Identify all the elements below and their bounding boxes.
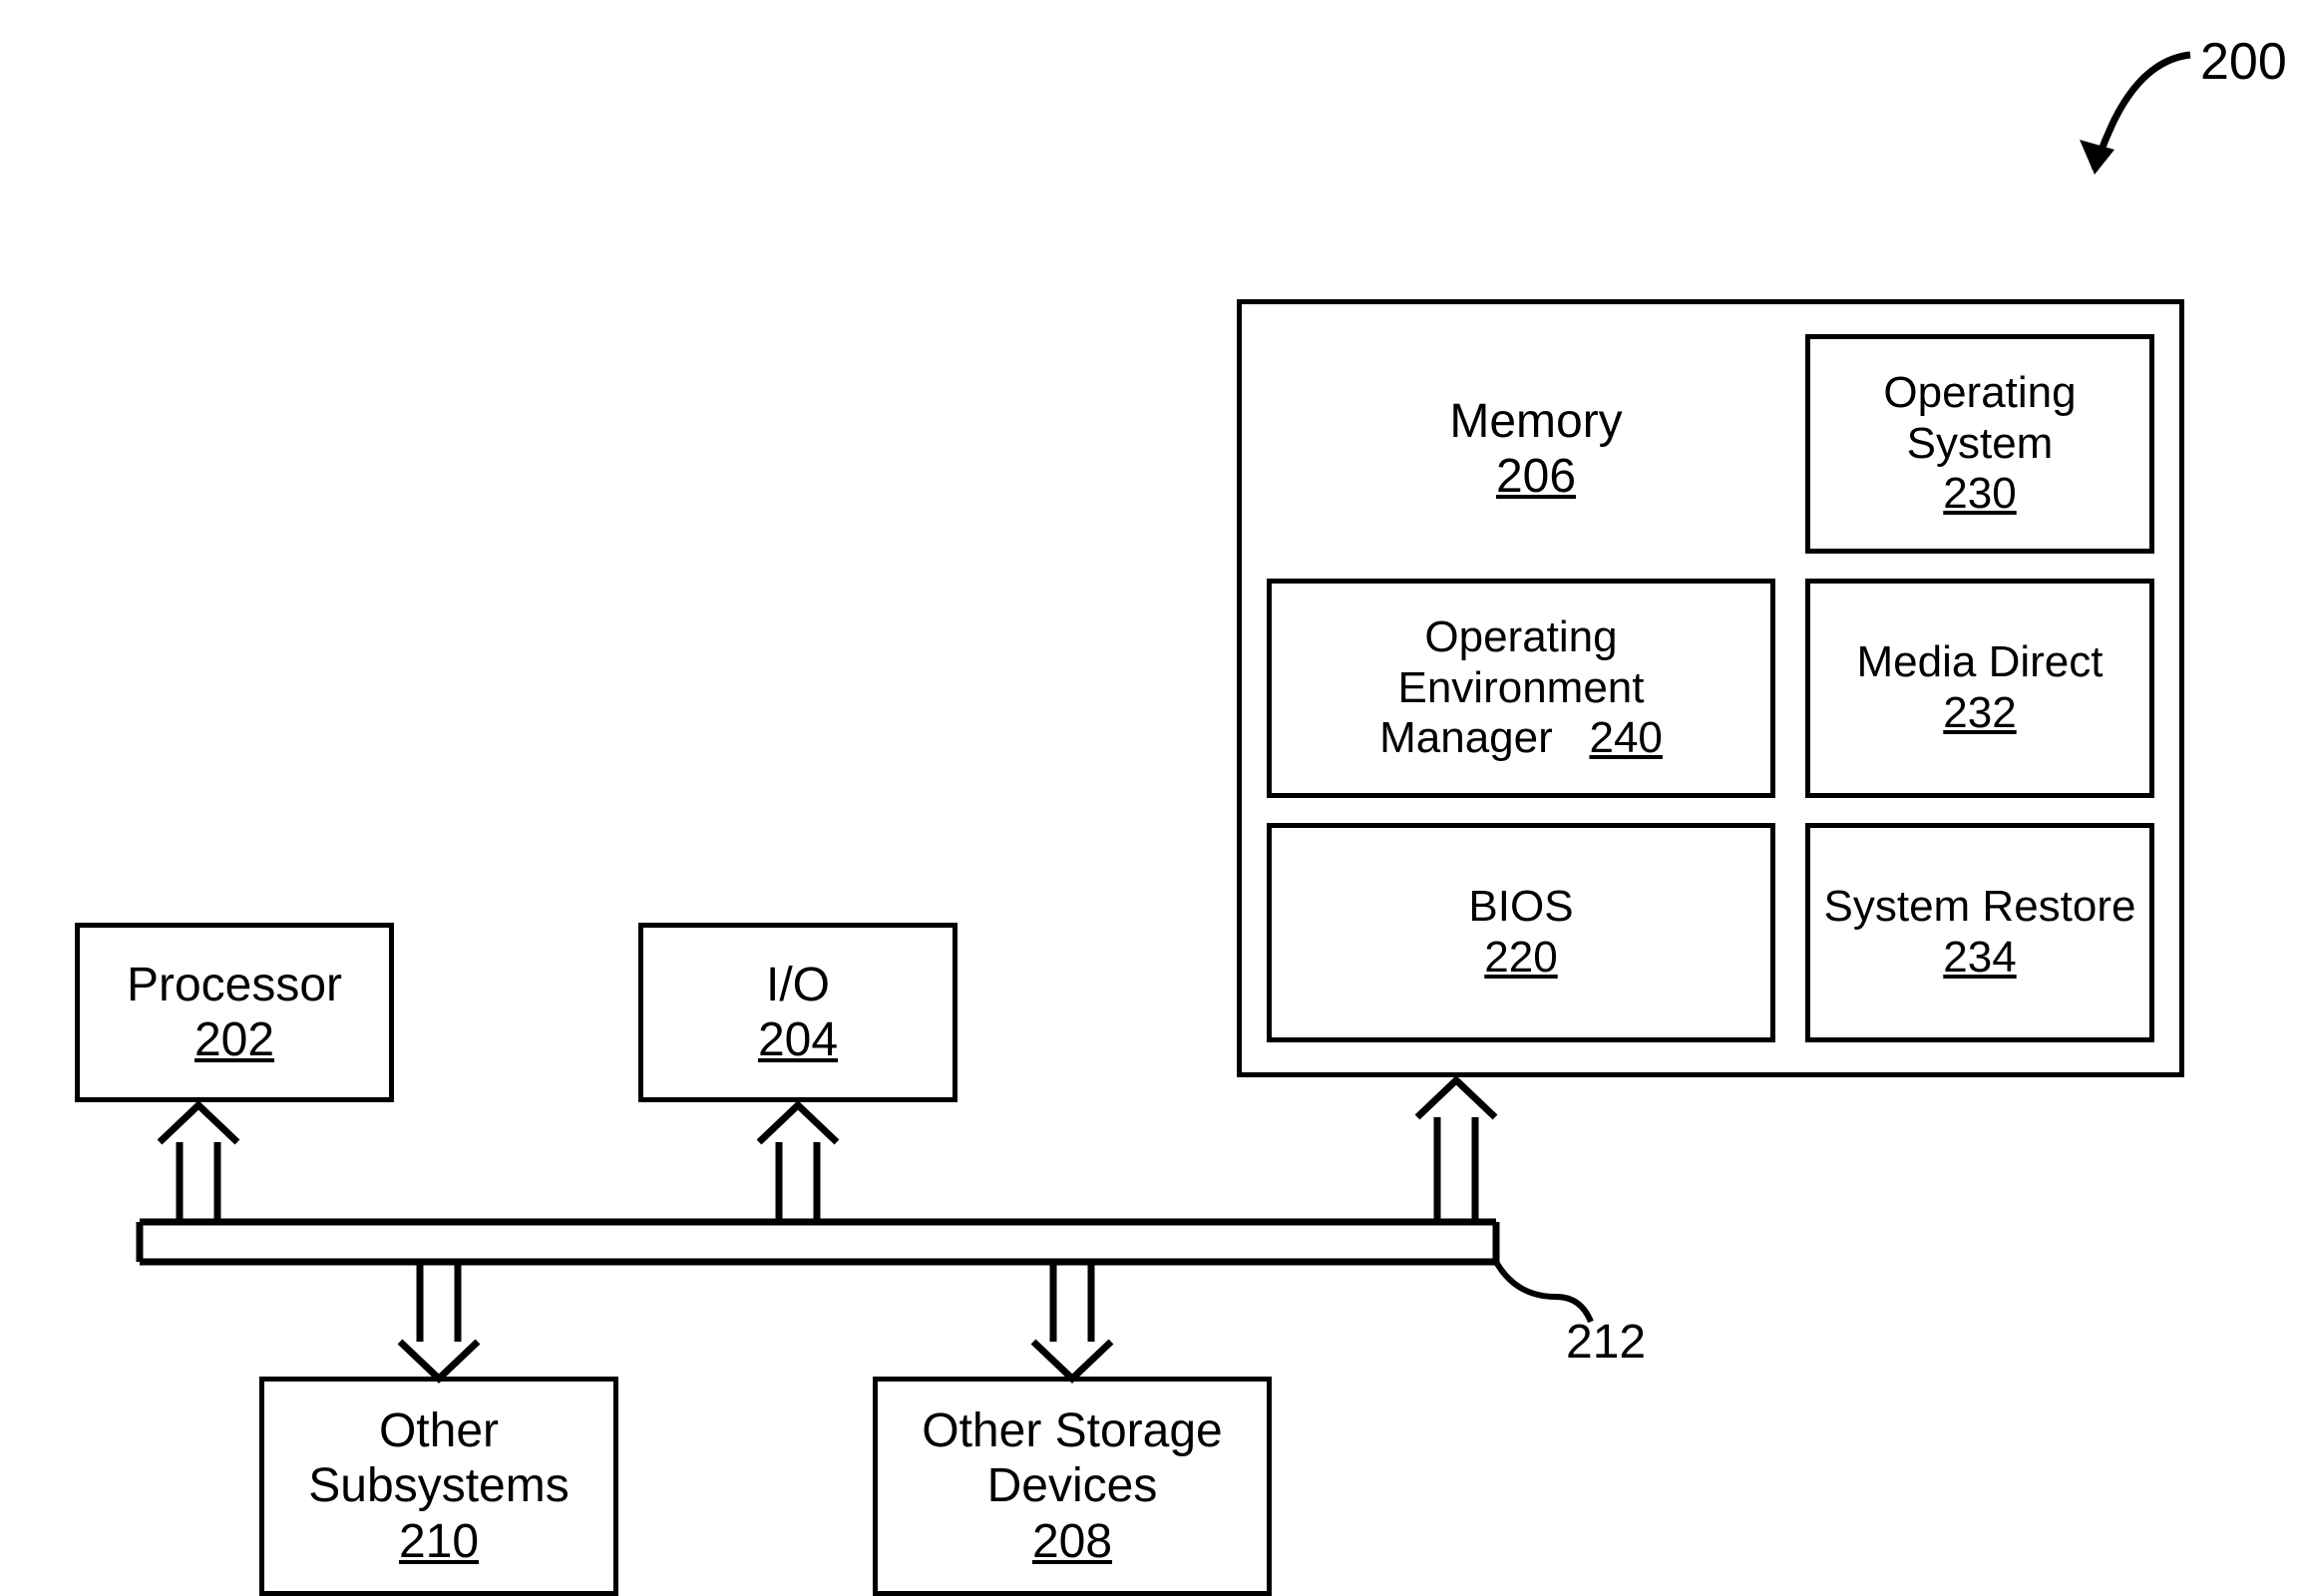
io-label: I/O (766, 958, 830, 1012)
memory-os-label1: Operating (1883, 368, 2076, 419)
memory-md-label: Media Direct (1857, 637, 2104, 688)
subsystems-label2: Subsystems (308, 1458, 569, 1513)
storage-label1: Other Storage (922, 1403, 1223, 1458)
io-ref: 204 (758, 1012, 838, 1067)
memory-os-box: Operating System 230 (1805, 334, 2154, 554)
storage-ref: 208 (1032, 1514, 1112, 1569)
memory-md-box: Media Direct 232 (1805, 579, 2154, 798)
memory-oem-label3: Manager (1379, 713, 1553, 762)
subsystems-label1: Other (379, 1403, 499, 1458)
io-box: I/O 204 (638, 923, 958, 1102)
figure-reference-label: 200 (2200, 32, 2287, 92)
memory-bios-label: BIOS (1468, 882, 1573, 933)
bus-reference-label: 212 (1566, 1315, 1646, 1370)
subsystems-ref: 210 (399, 1514, 479, 1569)
memory-os-label2: System (1907, 419, 2054, 470)
memory-sr-box: System Restore 234 (1805, 823, 2154, 1042)
memory-oem-label2: Environment (1397, 663, 1644, 714)
memory-ref: 206 (1496, 449, 1576, 504)
memory-sr-label: System Restore (1824, 882, 2136, 933)
memory-oem-box: Operating Environment Manager 240 (1267, 579, 1775, 798)
memory-bios-box: BIOS 220 (1267, 823, 1775, 1042)
processor-label: Processor (127, 958, 342, 1012)
memory-bios-ref: 220 (1484, 933, 1557, 984)
memory-md-ref: 232 (1943, 688, 2016, 739)
processor-box: Processor 202 (75, 923, 394, 1102)
storage-label2: Devices (987, 1458, 1158, 1513)
memory-sr-ref: 234 (1943, 933, 2016, 984)
memory-oem-label1: Operating (1424, 612, 1617, 663)
memory-oem-ref: 240 (1589, 713, 1662, 762)
processor-ref: 202 (194, 1012, 274, 1067)
memory-label: Memory (1449, 394, 1622, 449)
subsystems-box: Other Subsystems 210 (259, 1377, 618, 1596)
memory-label-block: Memory 206 (1297, 349, 1775, 549)
storage-box: Other Storage Devices 208 (873, 1377, 1272, 1596)
memory-oem-label3-line: Manager 240 (1379, 713, 1663, 764)
memory-os-ref: 230 (1943, 469, 2016, 520)
